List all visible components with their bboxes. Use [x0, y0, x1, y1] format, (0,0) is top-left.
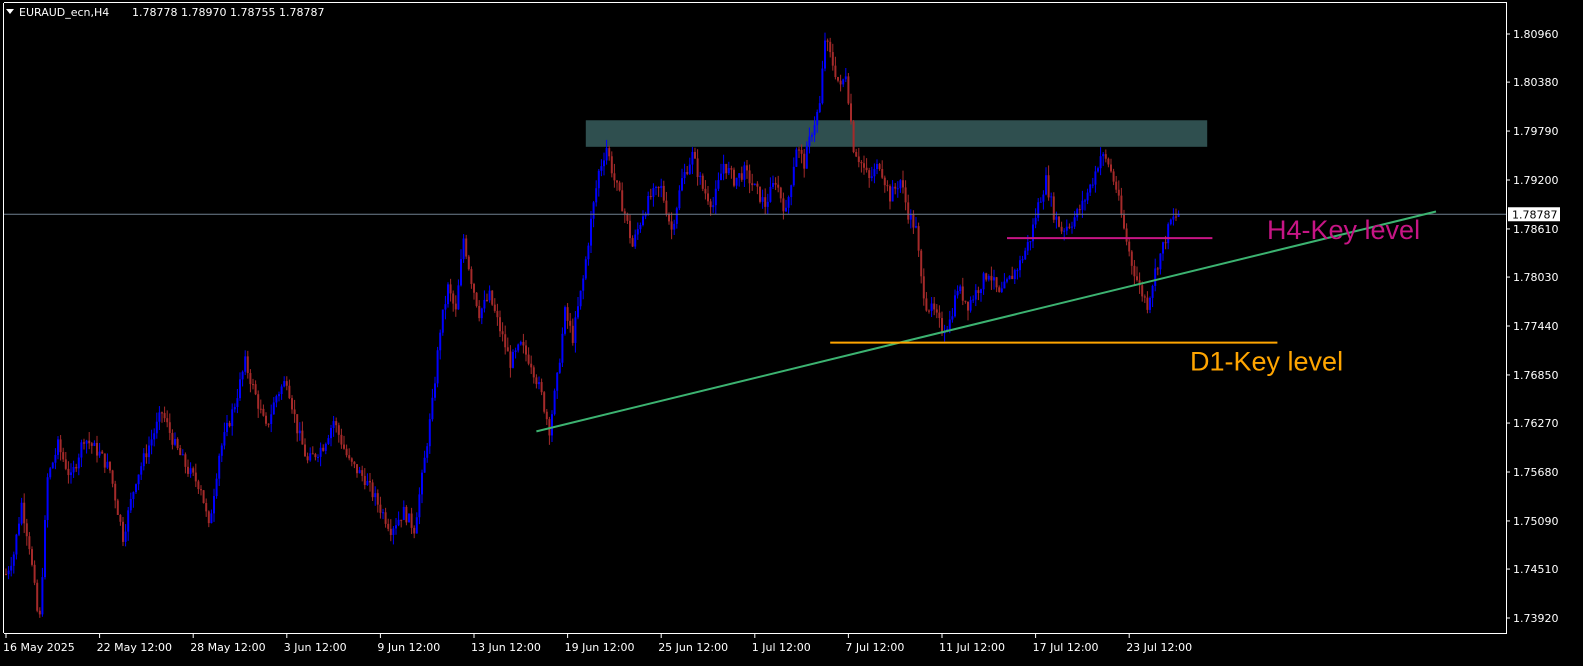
d1-key-level-label: D1-Key level: [1190, 347, 1343, 377]
x-tick-label: 25 Jun 12:00: [658, 641, 728, 654]
current-price-tag: 1.78787: [1508, 207, 1560, 222]
candle: [408, 513, 410, 523]
y-tick-label: 1.75090: [1513, 515, 1559, 528]
candle: [1052, 192, 1055, 223]
zone-layer: [585, 120, 1208, 147]
y-tick-label: 1.76850: [1513, 369, 1559, 382]
resistance-zone[interactable]: [585, 120, 1208, 147]
candle: [46, 473, 49, 528]
y-tick-label: 1.77440: [1513, 320, 1559, 333]
x-tick-label: 28 May 12:00: [190, 641, 265, 654]
candle: [733, 167, 735, 188]
candle: [447, 282, 449, 308]
candle: [795, 147, 798, 167]
candle: [116, 498, 119, 515]
chart-background: [0, 0, 1583, 666]
y-tick-label: 1.75680: [1513, 466, 1559, 479]
y-tick-label: 1.74510: [1513, 563, 1559, 576]
current-price-label: 1.78787: [1512, 208, 1558, 221]
x-tick-label: 22 May 12:00: [97, 641, 172, 654]
candle: [436, 346, 439, 388]
x-tick-label: 13 Jun 12:00: [471, 641, 541, 654]
x-tick-label: 3 Jun 12:00: [284, 641, 347, 654]
y-tick-label: 1.79790: [1513, 125, 1559, 138]
y-tick-label: 1.73920: [1513, 612, 1559, 625]
candle: [1058, 215, 1060, 228]
x-tick-label: 19 Jun 12:00: [565, 641, 635, 654]
candle: [847, 73, 850, 105]
candle: [51, 461, 54, 469]
x-tick-label: 16 May 2025: [3, 641, 75, 654]
x-tick-label: 7 Jul 12:00: [845, 641, 904, 654]
x-tick-label: 23 Jul 12:00: [1126, 641, 1192, 654]
chart-ohlc-readout: 1.78778 1.78970 1.78755 1.78787: [132, 6, 324, 19]
candle: [852, 120, 855, 154]
candle: [553, 388, 556, 416]
x-tick-label: 9 Jun 12:00: [377, 641, 440, 654]
candle: [441, 309, 444, 336]
candle: [753, 183, 756, 186]
candle: [36, 579, 39, 613]
candle: [465, 234, 468, 260]
candle: [405, 505, 408, 526]
candle: [1008, 275, 1011, 280]
candle: [584, 256, 587, 281]
candle: [202, 489, 205, 504]
x-tick-label: 1 Jul 12:00: [752, 641, 811, 654]
price-chart[interactable]: H4-Key level D1-Key level 1.73920 1.74510 1…: [0, 0, 1583, 666]
candle: [44, 515, 46, 580]
chart-symbol-title: EURAUD_ecn,H4: [19, 6, 109, 19]
candle: [491, 290, 494, 306]
y-tick-label: 1.76270: [1513, 417, 1559, 430]
x-tick-label: 11 Jul 12:00: [939, 641, 1005, 654]
candle: [31, 546, 33, 567]
candle: [543, 391, 546, 414]
y-tick-label: 1.80960: [1513, 28, 1559, 41]
x-tick-label: 17 Jul 12:00: [1033, 641, 1099, 654]
y-tick-label: 1.78610: [1513, 223, 1559, 236]
candle: [475, 292, 478, 308]
y-tick-label: 1.78030: [1513, 271, 1559, 284]
candle: [467, 254, 470, 271]
candle: [759, 186, 761, 204]
candle: [564, 305, 566, 336]
y-tick-label: 1.80380: [1513, 76, 1559, 89]
candle: [701, 173, 704, 192]
h4-key-level-label: H4-Key level: [1267, 215, 1420, 245]
y-tick-label: 1.79200: [1513, 174, 1559, 187]
candle: [512, 349, 514, 369]
